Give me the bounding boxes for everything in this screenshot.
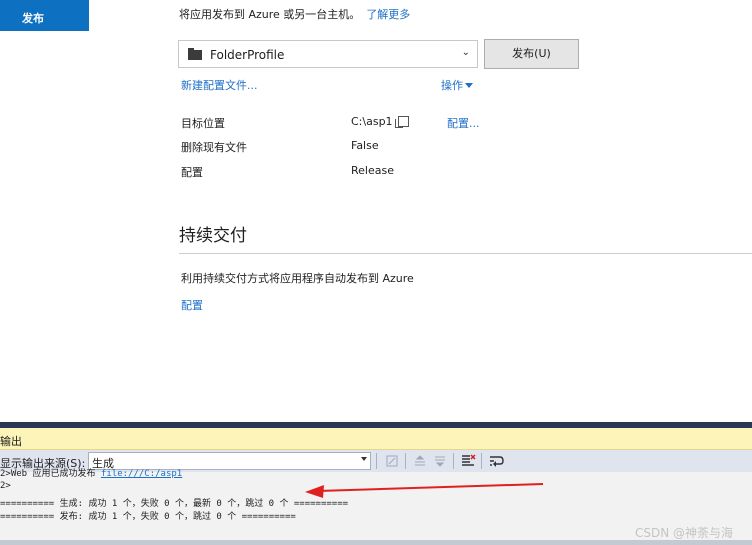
arrow-head <box>305 485 324 498</box>
watermark-text: CSDN @神荼与海 <box>635 526 734 540</box>
annotation-arrow <box>305 483 544 498</box>
arrow-shaft <box>317 483 544 492</box>
output-bottom-scrollbar[interactable] <box>0 540 752 545</box>
